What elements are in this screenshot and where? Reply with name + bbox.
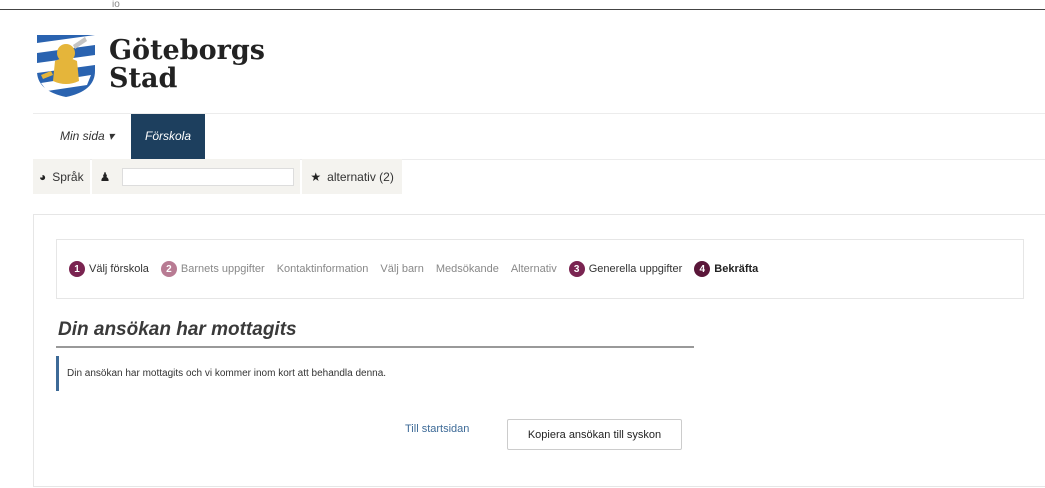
user-icon: ♟ bbox=[99, 169, 111, 184]
step-label: Medsökande bbox=[435, 263, 499, 275]
confirmation-notice: Din ansökan har mottagits och vi kommer … bbox=[56, 356, 696, 391]
application-card: 1 Välj förskola 2 Barnets uppgifter Kont… bbox=[33, 214, 1045, 487]
brand-line-2: Stad bbox=[109, 63, 178, 94]
step-valj-barn[interactable]: Välj barn bbox=[380, 263, 423, 275]
step-bekrafta[interactable]: 4 Bekräfta bbox=[694, 261, 758, 277]
step-label: Välj barn bbox=[380, 263, 424, 275]
step-label: Bekräfta bbox=[714, 263, 759, 275]
user-button[interactable]: ♟ bbox=[91, 159, 301, 194]
top-mark-text: io bbox=[112, 0, 120, 10]
main-navigation: Min sida ▾ Förskola bbox=[33, 113, 1045, 160]
step-label: Välj förskola bbox=[89, 263, 149, 275]
city-crest-icon bbox=[37, 35, 95, 97]
step-alternativ[interactable]: Alternativ bbox=[511, 263, 557, 275]
step-label: Barnets uppgifter bbox=[180, 263, 265, 275]
language-button[interactable]: ◕ Språk bbox=[33, 159, 90, 194]
redacted-user-name bbox=[122, 167, 295, 186]
nav-min-sida-dropdown[interactable]: Min sida ▾ bbox=[60, 114, 114, 159]
nav-forskola-tab[interactable]: Förskola bbox=[131, 114, 205, 159]
language-label: Språk bbox=[52, 169, 84, 184]
step-valj-forskola[interactable]: 1 Välj förskola bbox=[69, 261, 149, 277]
step-barnets-uppgifter[interactable]: 2 Barnets uppgifter bbox=[160, 261, 265, 277]
top-divider bbox=[0, 9, 1045, 10]
star-icon: ★ bbox=[310, 169, 322, 184]
step-number: 3 bbox=[568, 261, 585, 277]
step-label: Generella uppgifter bbox=[588, 263, 683, 275]
step-medsokande[interactable]: Medsökande bbox=[436, 263, 499, 275]
step-number: 1 bbox=[69, 261, 85, 277]
step-generella-uppgifter[interactable]: 3 Generella uppgifter bbox=[568, 261, 683, 277]
step-label: Alternativ bbox=[510, 263, 557, 275]
step-number: 2 bbox=[160, 261, 177, 277]
copy-to-sibling-button[interactable]: Kopiera ansökan till syskon bbox=[507, 419, 682, 450]
step-number: 4 bbox=[694, 261, 711, 277]
title-divider bbox=[56, 346, 694, 348]
brand-line-1: Göteborgs bbox=[109, 35, 265, 66]
progress-steps: 1 Välj förskola 2 Barnets uppgifter Kont… bbox=[56, 239, 1024, 299]
step-kontaktinformation[interactable]: Kontaktinformation bbox=[277, 263, 369, 275]
step-label: Kontaktinformation bbox=[276, 263, 369, 275]
start-page-link[interactable]: Till startsidan bbox=[405, 423, 469, 435]
brand-logo[interactable]: Göteborgs Stad bbox=[33, 30, 265, 100]
globe-icon: ◕ bbox=[39, 169, 47, 184]
alternatives-label: alternativ (2) bbox=[327, 169, 394, 184]
brand-name: Göteborgs Stad bbox=[109, 37, 265, 93]
alternatives-button[interactable]: ★ alternativ (2) bbox=[302, 159, 402, 194]
utility-toolbar: ◕ Språk ♟ ★ alternativ (2) bbox=[33, 159, 402, 194]
page-title: Din ansökan har mottagits bbox=[58, 319, 297, 340]
